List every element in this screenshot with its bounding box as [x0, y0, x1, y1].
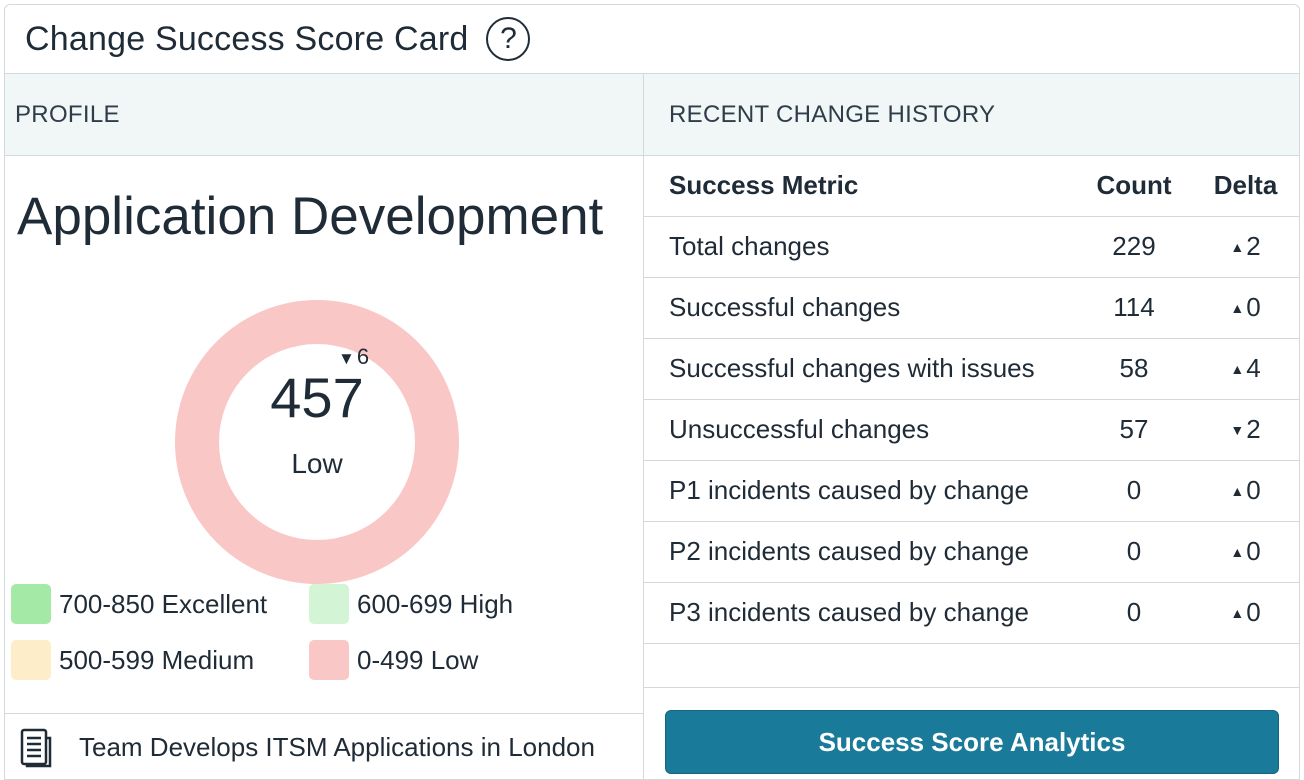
- metric-name: Successful changes: [644, 277, 1074, 339]
- score-delta-value: 6: [356, 344, 370, 369]
- metric-name: Unsuccessful changes: [644, 399, 1074, 461]
- legend-swatch: [11, 640, 51, 680]
- legend-swatch: [309, 640, 349, 680]
- card-header: Change Success Score Card ?: [5, 5, 1299, 74]
- history-section-header: RECENT CHANGE HISTORY: [644, 74, 1299, 156]
- metrics-table: Success Metric Count Delta Total changes…: [644, 156, 1299, 644]
- legend-label: 500-599 Medium: [59, 644, 255, 675]
- metric-delta: ▼2: [1194, 399, 1299, 461]
- legend-item-medium: 500-599 Medium: [11, 640, 254, 680]
- metric-delta: ▲0: [1194, 521, 1299, 583]
- metric-count: 58: [1074, 338, 1194, 400]
- column-header-count: Count: [1074, 156, 1194, 217]
- card-title: Change Success Score Card: [25, 19, 469, 58]
- metric-count: 57: [1074, 399, 1194, 461]
- profile-panel: PROFILE Application Development 457 ▼6 L…: [5, 74, 644, 779]
- metric-name: P1 incidents caused by change: [644, 460, 1074, 522]
- metric-delta-value: 0: [1246, 292, 1261, 322]
- metric-delta-value: 4: [1246, 353, 1261, 383]
- table-header-row: Success Metric Count Delta: [644, 156, 1299, 217]
- team-text: Team Develops ITSM Applications in Londo…: [79, 732, 595, 762]
- profile-section-header: PROFILE: [5, 74, 643, 156]
- metric-name: P3 incidents caused by change: [644, 582, 1074, 644]
- table-row: Successful changes with issues 58 ▲4: [644, 338, 1299, 400]
- score-value: 457: [270, 366, 364, 429]
- metric-count: 0: [1074, 582, 1194, 644]
- metric-delta: ▲2: [1194, 216, 1299, 278]
- score-card: Change Success Score Card ? PROFILE Appl…: [4, 4, 1300, 780]
- metric-delta: ▲0: [1194, 460, 1299, 522]
- triangle-up-icon: ▲: [1230, 544, 1245, 560]
- table-row: Unsuccessful changes 57 ▼2: [644, 399, 1299, 461]
- table-row: P1 incidents caused by change 0 ▲0: [644, 460, 1299, 522]
- score-rating: Low: [291, 448, 343, 479]
- legend-item-excellent: 700-850 Excellent: [11, 584, 267, 624]
- table-row: P3 incidents caused by change 0 ▲0: [644, 582, 1299, 644]
- metric-delta: ▲4: [1194, 338, 1299, 400]
- legend-swatch: [11, 584, 51, 624]
- column-header-delta: Delta: [1194, 156, 1299, 217]
- legend-item-high: 600-699 High: [309, 584, 513, 624]
- legend-label: 0-499 Low: [357, 644, 479, 675]
- question-circle-icon[interactable]: ?: [486, 17, 531, 61]
- team-description: Team Develops ITSM Applications in Londo…: [5, 713, 644, 779]
- metric-delta-value: 0: [1246, 597, 1261, 627]
- table-row: Successful changes 114 ▲0: [644, 277, 1299, 339]
- triangle-up-icon: ▲: [1230, 483, 1245, 499]
- table-row: P2 incidents caused by change 0 ▲0: [644, 521, 1299, 583]
- metric-count: 0: [1074, 521, 1194, 583]
- metric-count: 114: [1074, 277, 1194, 339]
- triangle-up-icon: ▲: [1230, 239, 1245, 255]
- column-header-metric: Success Metric: [644, 156, 1074, 217]
- metric-delta: ▲0: [1194, 582, 1299, 644]
- change-history-panel: RECENT CHANGE HISTORY Success Metric Cou…: [644, 74, 1299, 779]
- score-delta: ▼6: [338, 344, 369, 370]
- legend-swatch: [309, 584, 349, 624]
- triangle-down-icon: ▼: [338, 349, 355, 368]
- metric-count: 0: [1074, 460, 1194, 522]
- triangle-up-icon: ▲: [1230, 605, 1245, 621]
- score-donut: 457 ▼6 Low: [175, 300, 459, 584]
- legend-label: 700-850 Excellent: [59, 588, 268, 619]
- metric-count: 229: [1074, 216, 1194, 278]
- legend-label: 600-699 High: [357, 588, 514, 619]
- metric-name: Successful changes with issues: [644, 338, 1074, 400]
- triangle-up-icon: ▲: [1230, 361, 1245, 377]
- metric-delta-value: 2: [1246, 231, 1261, 261]
- triangle-down-icon: ▼: [1230, 422, 1245, 438]
- metric-delta: ▲0: [1194, 277, 1299, 339]
- success-score-analytics-button[interactable]: Success Score Analytics: [665, 710, 1279, 774]
- table-row: Total changes 229 ▲2: [644, 216, 1299, 278]
- score-ring: [175, 300, 459, 584]
- triangle-up-icon: ▲: [1230, 300, 1245, 316]
- metric-delta-value: 2: [1246, 414, 1261, 444]
- metric-name: P2 incidents caused by change: [644, 521, 1074, 583]
- document-icon: [20, 728, 52, 767]
- legend-item-low: 0-499 Low: [309, 640, 478, 680]
- analytics-footer: Success Score Analytics: [644, 687, 1299, 779]
- metric-delta-value: 0: [1246, 536, 1261, 566]
- profile-name: Application Development: [17, 187, 604, 246]
- metric-name: Total changes: [644, 216, 1074, 278]
- metric-delta-value: 0: [1246, 475, 1261, 505]
